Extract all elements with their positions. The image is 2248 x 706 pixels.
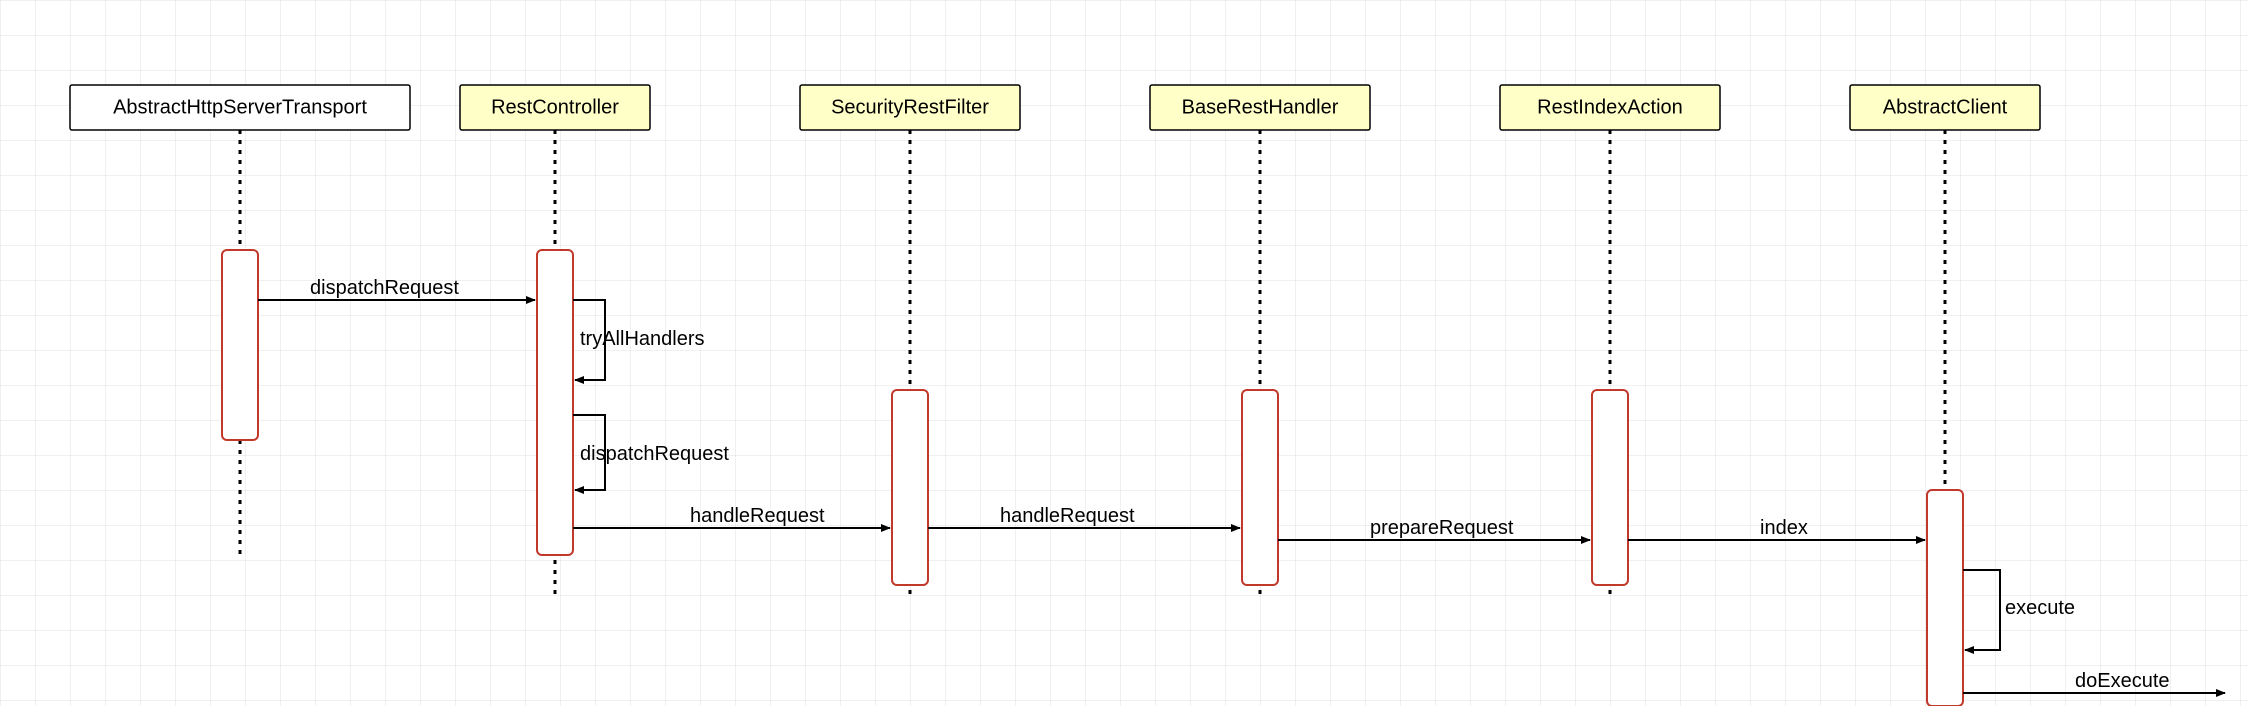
message-label: index bbox=[1760, 517, 1808, 539]
activation-bar bbox=[892, 390, 928, 585]
participant-restcontroller[interactable]: RestController bbox=[460, 85, 650, 130]
activation-bar bbox=[222, 250, 258, 440]
activation-bar bbox=[1927, 490, 1963, 706]
participant-label: BaseRestHandler bbox=[1182, 96, 1339, 118]
message-label: handleRequest bbox=[690, 505, 825, 527]
message-label: prepareRequest bbox=[1370, 517, 1514, 539]
message-label: doExecute bbox=[2075, 670, 2170, 692]
activation-bar bbox=[1242, 390, 1278, 585]
participant-securityrestfilter[interactable]: SecurityRestFilter bbox=[800, 85, 1020, 130]
participant-restindexaction[interactable]: RestIndexAction bbox=[1500, 85, 1720, 130]
activation-bar bbox=[1592, 390, 1628, 585]
participant-label: AbstractHttpServerTransport bbox=[113, 96, 367, 118]
sequence-diagram: AbstractHttpServerTransport RestControll… bbox=[0, 0, 2248, 706]
message-label: dispatchRequest bbox=[580, 443, 729, 465]
participant-label: RestIndexAction bbox=[1537, 96, 1683, 118]
participant-abstractclient[interactable]: AbstractClient bbox=[1850, 85, 2040, 130]
participant-label: SecurityRestFilter bbox=[831, 96, 989, 118]
message-label: handleRequest bbox=[1000, 505, 1135, 527]
participant-baseresthandler[interactable]: BaseRestHandler bbox=[1150, 85, 1370, 130]
participant-abstracthttpservertransport[interactable]: AbstractHttpServerTransport bbox=[70, 85, 410, 130]
activation-bar bbox=[537, 250, 573, 555]
participant-label: AbstractClient bbox=[1883, 96, 2008, 118]
participant-label: RestController bbox=[491, 96, 619, 118]
message-label: dispatchRequest bbox=[310, 277, 459, 299]
message-self-arrow bbox=[1963, 570, 2000, 650]
message-label: execute bbox=[2005, 597, 2075, 619]
message-label: tryAllHandlers bbox=[580, 328, 704, 350]
